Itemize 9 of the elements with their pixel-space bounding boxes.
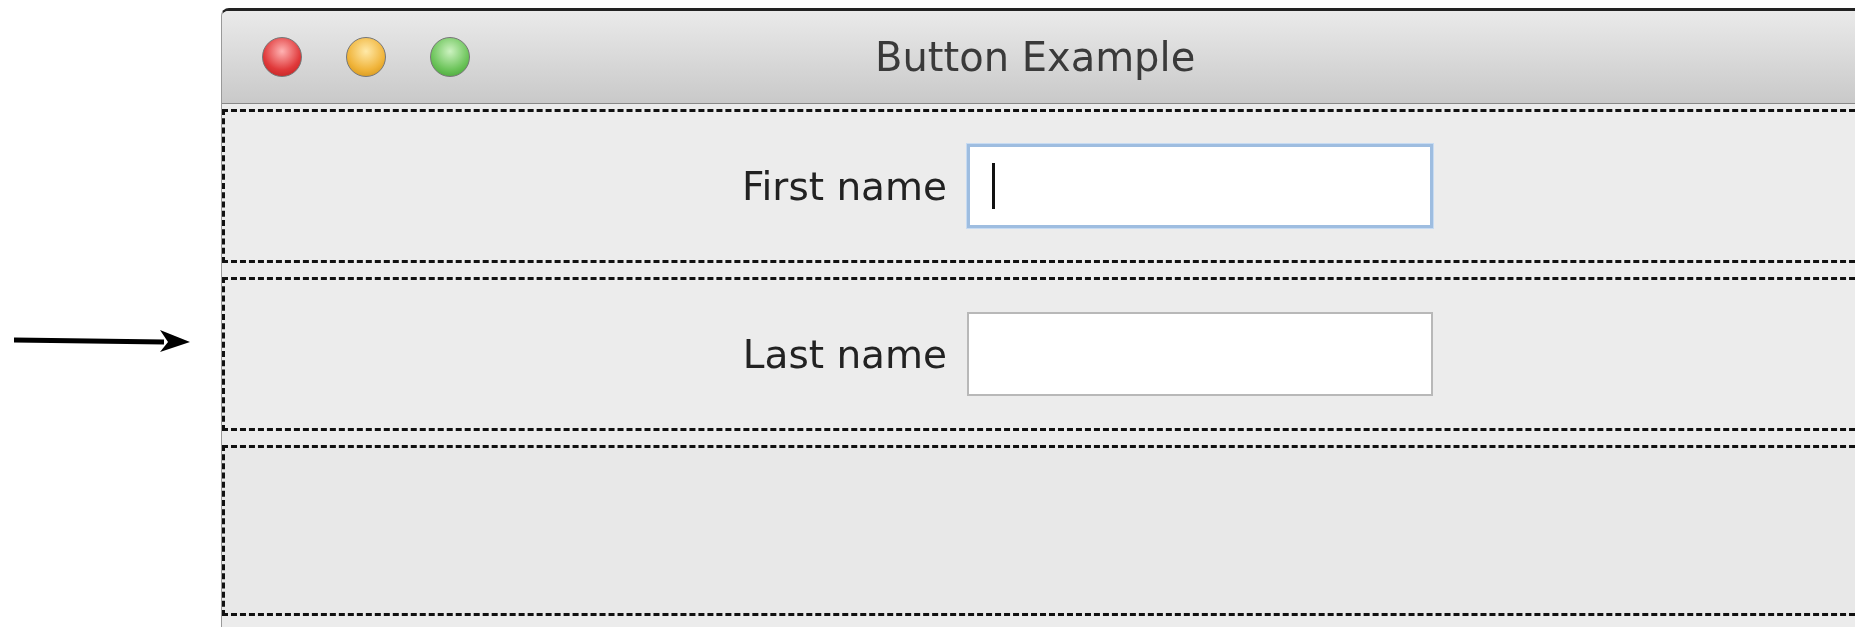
close-button[interactable]	[262, 37, 302, 77]
field-label: Last name	[741, 331, 947, 377]
zoom-button[interactable]	[430, 37, 470, 77]
field-label: First name	[740, 163, 947, 209]
input-field[interactable]	[967, 144, 1433, 228]
text-cursor	[992, 163, 995, 209]
minimize-button[interactable]	[346, 37, 386, 77]
input-field[interactable]	[967, 312, 1433, 396]
window-title: Button Example	[875, 34, 1196, 80]
